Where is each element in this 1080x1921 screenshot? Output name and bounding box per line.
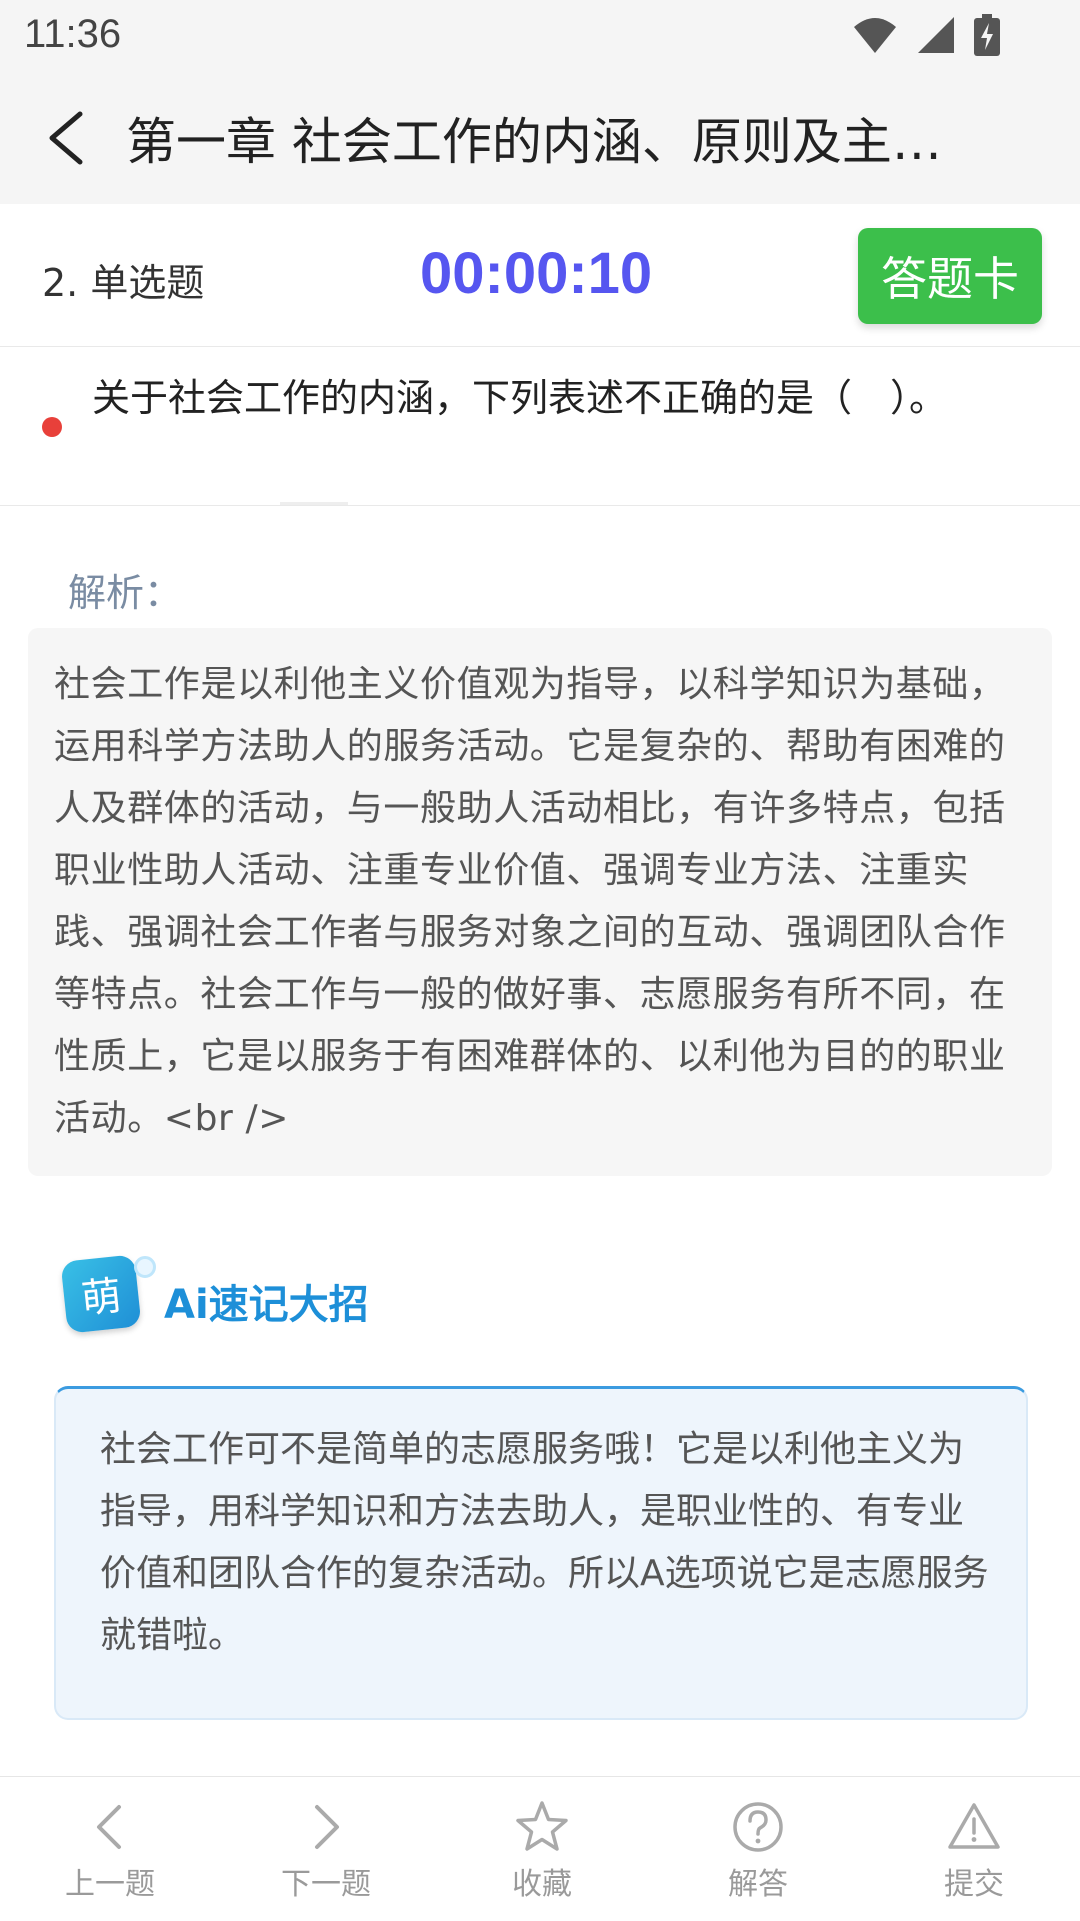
- question-text: 关于社会工作的内涵，下列表述不正确的是（ ）。: [92, 376, 948, 420]
- signal-icon: [918, 17, 954, 53]
- back-button[interactable]: [40, 106, 100, 170]
- sparkle-icon: [134, 1256, 156, 1278]
- analysis-label: 解析：: [68, 571, 183, 615]
- status-bar: 11:36: [0, 0, 1080, 72]
- question-marker-dot: [42, 417, 62, 437]
- question-circle-icon: [733, 1802, 783, 1852]
- bottom-nav: 上一题 下一题 收藏 解答 提交: [0, 1776, 1080, 1921]
- battery-icon: [974, 14, 1000, 56]
- question-type: 2. 单选题: [42, 261, 205, 305]
- answer-label: 解答: [728, 1867, 788, 1902]
- ai-badge-icon: 萌: [60, 1254, 142, 1334]
- status-time: 11:36: [24, 12, 122, 56]
- ai-tip-box: 社会工作可不是简单的志愿服务哦！它是以利他主义为指导，用科学知识和方法去助人，是…: [54, 1386, 1028, 1720]
- timer: 00:00:10: [420, 241, 653, 306]
- page-title: 第一章 社会工作的内涵、原则及主…: [126, 113, 942, 171]
- favorite-button[interactable]: 收藏: [462, 1799, 622, 1909]
- answer-card-button[interactable]: 答题卡: [858, 228, 1042, 324]
- prev-question-label: 上一题: [65, 1867, 155, 1902]
- ai-tip-title: Ai速记大招: [164, 1282, 369, 1328]
- answer-button[interactable]: 解答: [678, 1799, 838, 1909]
- question-header: 2. 单选题 00:00:10 答题卡: [0, 204, 1080, 347]
- app-bar: 第一章 社会工作的内涵、原则及主…: [0, 72, 1080, 205]
- warning-triangle-icon: [948, 1803, 1000, 1849]
- ai-tip-text: 社会工作可不是简单的志愿服务哦！它是以利他主义为指导，用科学知识和方法去助人，是…: [100, 1429, 989, 1656]
- favorite-label: 收藏: [512, 1867, 572, 1902]
- next-question-button[interactable]: 下一题: [246, 1799, 406, 1909]
- star-icon: [516, 1801, 568, 1851]
- wifi-icon: [854, 18, 896, 53]
- question-block: 关于社会工作的内涵，下列表述不正确的是（ ）。: [0, 347, 1080, 506]
- analysis-text: 社会工作是以利他主义价值观为指导，以科学知识为基础，运用科学方法助人的服务活动。…: [54, 664, 1006, 1139]
- submit-button[interactable]: 提交: [894, 1799, 1054, 1909]
- next-question-label: 下一题: [281, 1867, 371, 1902]
- analysis-box: 社会工作是以利他主义价值观为指导，以科学知识为基础，运用科学方法助人的服务活动。…: [28, 628, 1052, 1176]
- status-icons: [852, 14, 1000, 56]
- chevron-left-icon: [49, 111, 83, 165]
- prev-question-button[interactable]: 上一题: [30, 1799, 190, 1909]
- submit-label: 提交: [944, 1867, 1004, 1902]
- chevron-right-icon: [315, 1805, 339, 1849]
- drag-handle[interactable]: [280, 502, 348, 505]
- chevron-left-icon: [97, 1805, 121, 1849]
